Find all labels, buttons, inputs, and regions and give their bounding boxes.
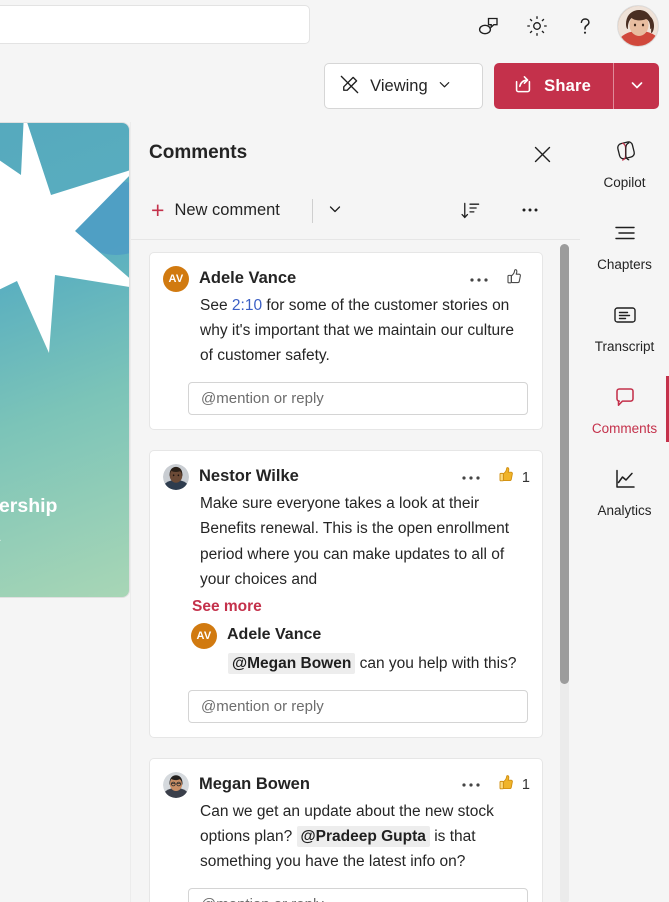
comment-body: See 2:10 for some of the customer storie… — [164, 293, 528, 368]
rail-item-analytics[interactable]: Analytics — [580, 450, 669, 532]
thumbs-up-outline-icon — [505, 267, 525, 292]
like-count: 1 — [521, 777, 530, 794]
more-horizontal-icon[interactable] — [457, 774, 485, 796]
mention-chip[interactable]: @Megan Bowen — [228, 652, 356, 674]
more-horizontal-icon[interactable] — [513, 193, 547, 227]
new-comment-button[interactable]: + New comment — [145, 194, 286, 227]
comments-toolbar: + New comment — [131, 186, 580, 240]
mention-chip[interactable]: @Pradeep Gupta — [296, 825, 430, 847]
plus-icon: + — [151, 197, 165, 223]
pen-off-icon — [338, 73, 361, 99]
comment-body: Can we get an update about the new stock… — [164, 799, 528, 874]
like-button[interactable]: 1 — [497, 465, 530, 490]
more-horizontal-icon[interactable] — [465, 269, 493, 291]
reply-input[interactable]: @mention or reply — [188, 382, 528, 416]
rail-item-label: Transcript — [594, 339, 655, 354]
comment-card[interactable]: Megan Bowen 1 Can we get an update about… — [149, 757, 543, 902]
video-title: dership A — [0, 495, 58, 545]
rail-item-label: Comments — [591, 421, 658, 436]
reply-input[interactable]: @mention or reply — [188, 888, 528, 902]
scrollbar-thumb[interactable] — [560, 244, 569, 684]
comments-scroll-area[interactable]: AV Adele Vance See 2:10 for some of the … — [131, 240, 581, 902]
reply-input[interactable]: @mention or reply — [188, 689, 528, 723]
avatar: AV — [163, 266, 189, 292]
rail-item-copilot[interactable]: Copilot — [580, 122, 669, 204]
like-button[interactable] — [505, 267, 530, 292]
chapters-icon — [610, 218, 640, 251]
comment-header: Nestor Wilke 1 — [163, 463, 530, 491]
comment-body: Make sure everyone takes a look at their… — [200, 495, 510, 588]
chevron-down-icon — [437, 77, 452, 95]
reply-body: @Megan Bowen can you help with this? — [192, 651, 528, 676]
more-horizontal-icon[interactable] — [457, 467, 485, 489]
like-count: 1 — [521, 469, 530, 486]
viewing-mode-label: Viewing — [370, 76, 428, 95]
rail-item-comments[interactable]: Comments — [580, 368, 669, 450]
share-icon — [512, 73, 534, 100]
see-more-link[interactable]: See more — [192, 598, 262, 616]
share-button-group: Share — [494, 63, 659, 109]
analytics-icon — [610, 464, 640, 497]
comment-text-prefix: See — [200, 297, 232, 314]
rail-item-label: Analytics — [597, 503, 652, 518]
comment-card[interactable]: AV Adele Vance See 2:10 for some of the … — [149, 252, 543, 431]
reply-header: AV Adele Vance — [191, 622, 528, 649]
viewing-mode-button[interactable]: Viewing — [324, 63, 484, 109]
comment-reply: AV Adele Vance @Megan Bowen can you help… — [164, 622, 528, 676]
scrollbar-track[interactable] — [560, 244, 569, 902]
rail-item-label: Chapters — [597, 257, 652, 272]
comment-header: AV Adele Vance — [163, 265, 530, 292]
command-bar: Viewing Share — [324, 63, 659, 109]
search-input[interactable] — [0, 5, 310, 44]
close-icon[interactable] — [526, 138, 558, 170]
video-thumbnail[interactable]: dership A — [0, 122, 130, 598]
transcript-icon — [610, 300, 640, 333]
copilot-icon — [610, 136, 640, 169]
rail-item-chapters[interactable]: Chapters — [580, 204, 669, 286]
reply-text: can you help with this? — [355, 654, 517, 672]
feedback-icon[interactable] — [465, 4, 513, 48]
user-avatar[interactable] — [617, 5, 659, 47]
rail-item-label: Copilot — [603, 175, 646, 190]
comment-author: Nestor Wilke — [199, 467, 299, 486]
comments-panel: Comments + New comment AV Adele Vance Se… — [130, 122, 580, 902]
chevron-down-icon — [327, 201, 343, 220]
like-button[interactable]: 1 — [497, 773, 530, 798]
toolbar-divider — [312, 199, 313, 223]
share-dropdown-button[interactable] — [613, 63, 659, 109]
top-bar — [0, 0, 669, 58]
right-rail: Copilot Chapters Transcript Comments Ana… — [580, 122, 669, 902]
comment-author: Adele Vance — [199, 269, 297, 287]
new-comment-label: New comment — [174, 201, 280, 219]
comment-header: Megan Bowen 1 — [163, 771, 530, 798]
avatar: AV — [191, 622, 217, 649]
comment-card[interactable]: Nestor Wilke 1 Make sure everyone takes … — [149, 450, 543, 738]
comment-actions: 1 — [457, 773, 530, 798]
rail-item-transcript[interactable]: Transcript — [580, 286, 669, 368]
comment-actions — [465, 267, 530, 292]
thumbs-up-filled-icon — [497, 465, 517, 490]
sort-descending-icon[interactable] — [453, 193, 487, 227]
share-label: Share — [544, 76, 591, 95]
reply-author: Adele Vance — [227, 626, 322, 644]
comment-author: Megan Bowen — [199, 774, 310, 793]
new-comment-dropdown-button[interactable] — [319, 194, 351, 226]
page-title: Comments — [149, 142, 248, 163]
thumbs-up-filled-icon — [497, 773, 517, 798]
comments-list: AV Adele Vance See 2:10 for some of the … — [131, 240, 581, 902]
app-root: Viewing Share ership Comments + New comm… — [0, 0, 669, 902]
share-button[interactable]: Share — [494, 63, 613, 109]
avatar — [163, 464, 189, 491]
comment-bubble-icon — [610, 382, 640, 415]
comment-actions: 1 — [457, 465, 530, 490]
comments-panel-header: Comments — [131, 122, 580, 186]
top-icon-group — [465, 4, 661, 48]
avatar — [163, 771, 189, 798]
timestamp-link[interactable]: 2:10 — [232, 297, 262, 314]
settings-gear-icon[interactable] — [513, 4, 561, 48]
compass-star-graphic — [0, 123, 129, 353]
help-question-icon[interactable] — [561, 4, 609, 48]
chevron-down-icon — [629, 77, 645, 96]
